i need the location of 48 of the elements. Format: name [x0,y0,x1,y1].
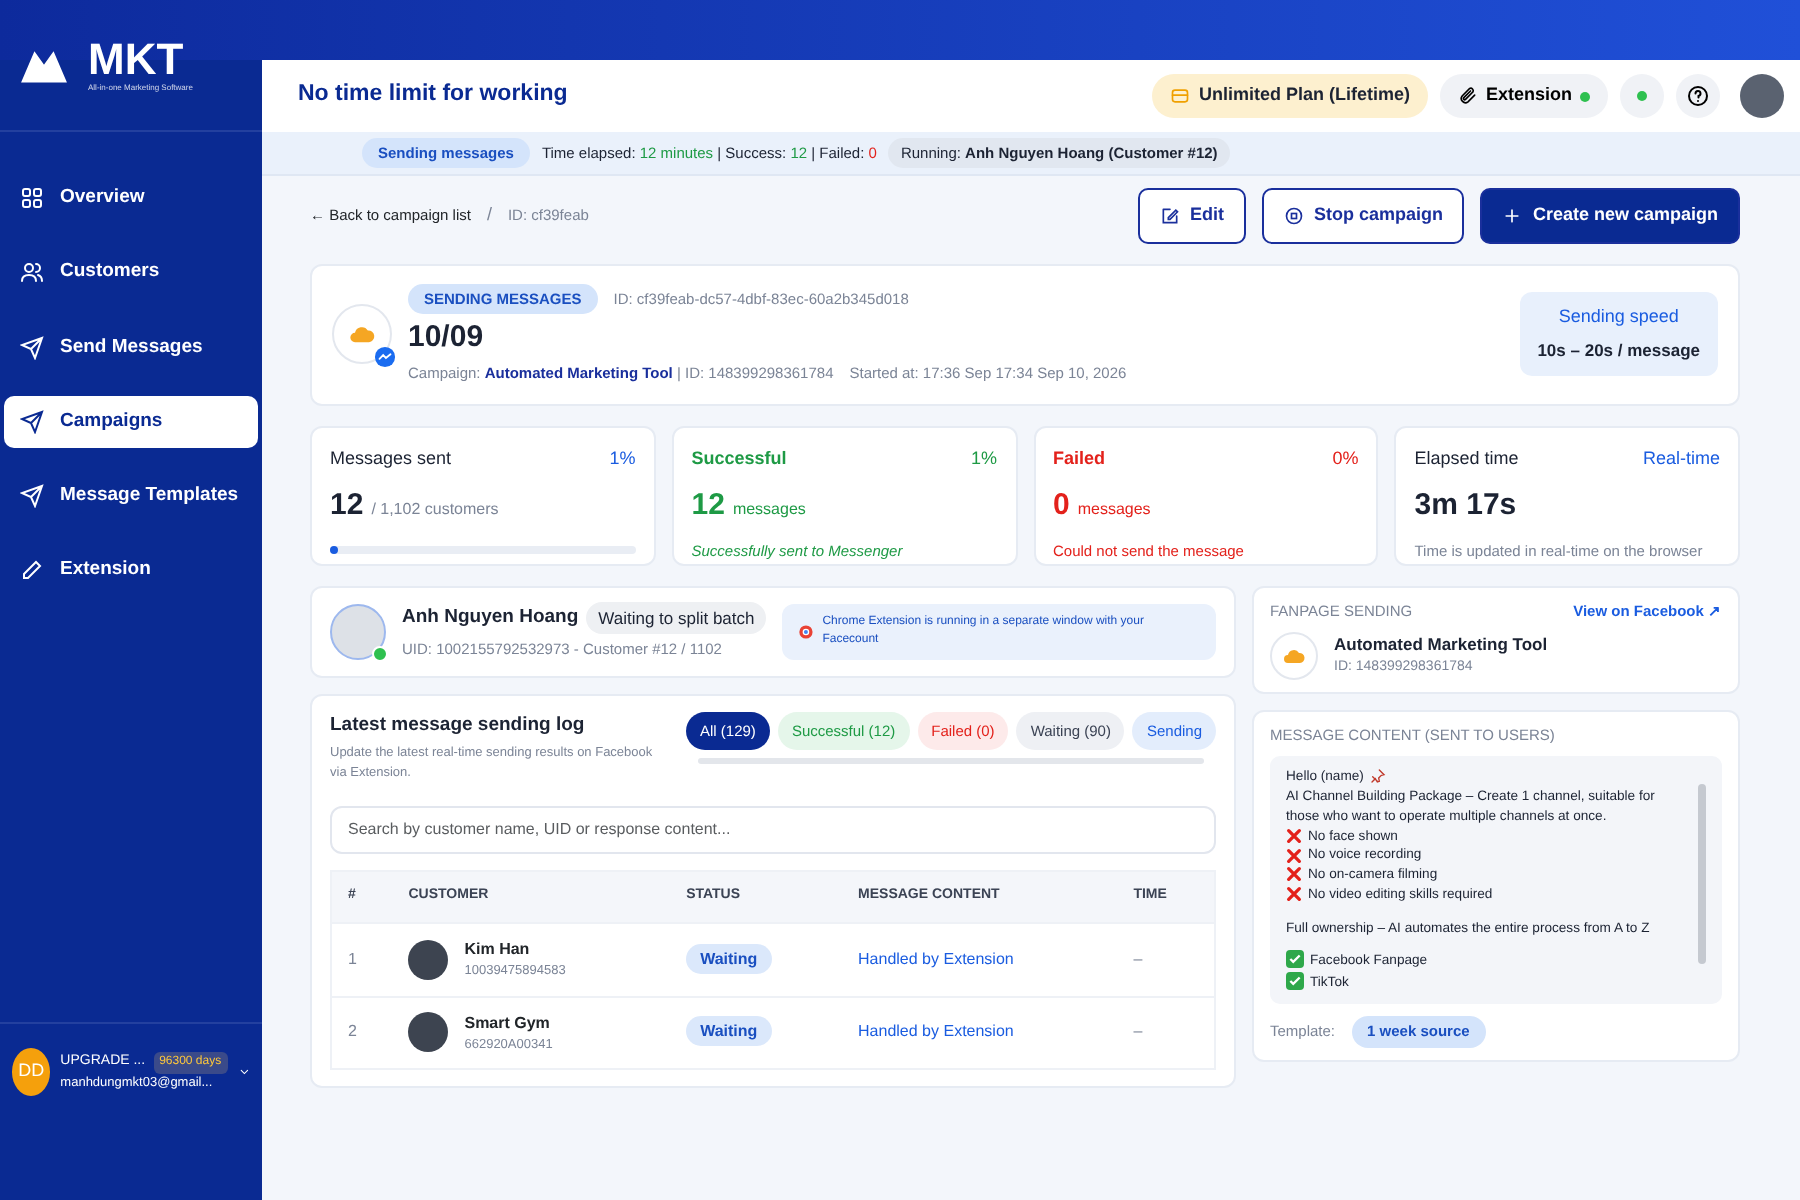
stat-percent: Real-time [1642,445,1720,471]
stat-value: 12 [330,486,364,526]
message-status: Handled by Extension [858,949,1014,968]
row-index: 2 [331,996,393,1070]
customer-name: Smart Gym [464,1011,552,1035]
stat-value: 0 [1053,486,1070,526]
sidebar-item[interactable]: Send Messages [4,321,258,374]
extension-button[interactable]: Extension [1439,74,1608,118]
stat-value: 3m 17s [1414,486,1517,526]
brand-name: MKT [88,37,186,81]
search-field[interactable]: Search by customer name, UID or response content... [330,806,1216,855]
status-badge: Waiting [686,1016,772,1047]
action-button[interactable]: Edit [1137,188,1246,243]
sidebar-item[interactable]: Extension [4,544,258,597]
page-title: No time limit for working [298,80,568,111]
stat-unit: messages [732,498,806,522]
stat-title: Successful [691,445,787,471]
stat-value: 12 [691,486,725,526]
customer-name: Kim Han [464,937,532,962]
stat-title: Elapsed time [1414,445,1519,472]
time-cell: – [1133,949,1143,968]
stat-percent: 1% [970,445,997,471]
stat-percent: 1% [609,445,636,471]
plan-badge: Unlimited Plan (Lifetime) [1152,74,1428,118]
stat-percent: 0% [1332,445,1359,471]
row-index: 1 [331,922,393,996]
sidebar-item[interactable]: Campaigns [4,395,258,448]
campaign-name: 10/09 [408,317,486,358]
sidebar-item[interactable]: Customers [4,246,258,299]
action-button[interactable]: Stop campaign [1261,188,1465,243]
avatar-initials: DD [12,1048,51,1096]
batch-status: Waiting to split batch [586,601,767,635]
page-name: Automated Marketing Tool [1334,632,1548,658]
time-cell: – [1133,1022,1143,1041]
message-status: Handled by Extension [858,1022,1014,1041]
action-button[interactable]: Create new campaign [1480,188,1740,243]
customer-name: Anh Nguyen Hoang [402,603,579,632]
stat-unit: messages [1077,498,1151,522]
breadcrumb-separator: / [486,202,492,228]
speed-value: 10s – 20s / message [1537,337,1700,364]
status-badge: Waiting [686,943,772,974]
log-title: Latest message sending log [330,711,587,739]
stat-unit: / 1,102 customers [371,498,499,522]
sidebar-item[interactable]: Overview [4,172,258,225]
stat-title: Messages sent [330,445,452,472]
speed-label: Sending speed [1556,304,1681,331]
stat-title: Failed [1053,445,1106,471]
sidebar-item[interactable]: Message Templates [4,470,258,523]
